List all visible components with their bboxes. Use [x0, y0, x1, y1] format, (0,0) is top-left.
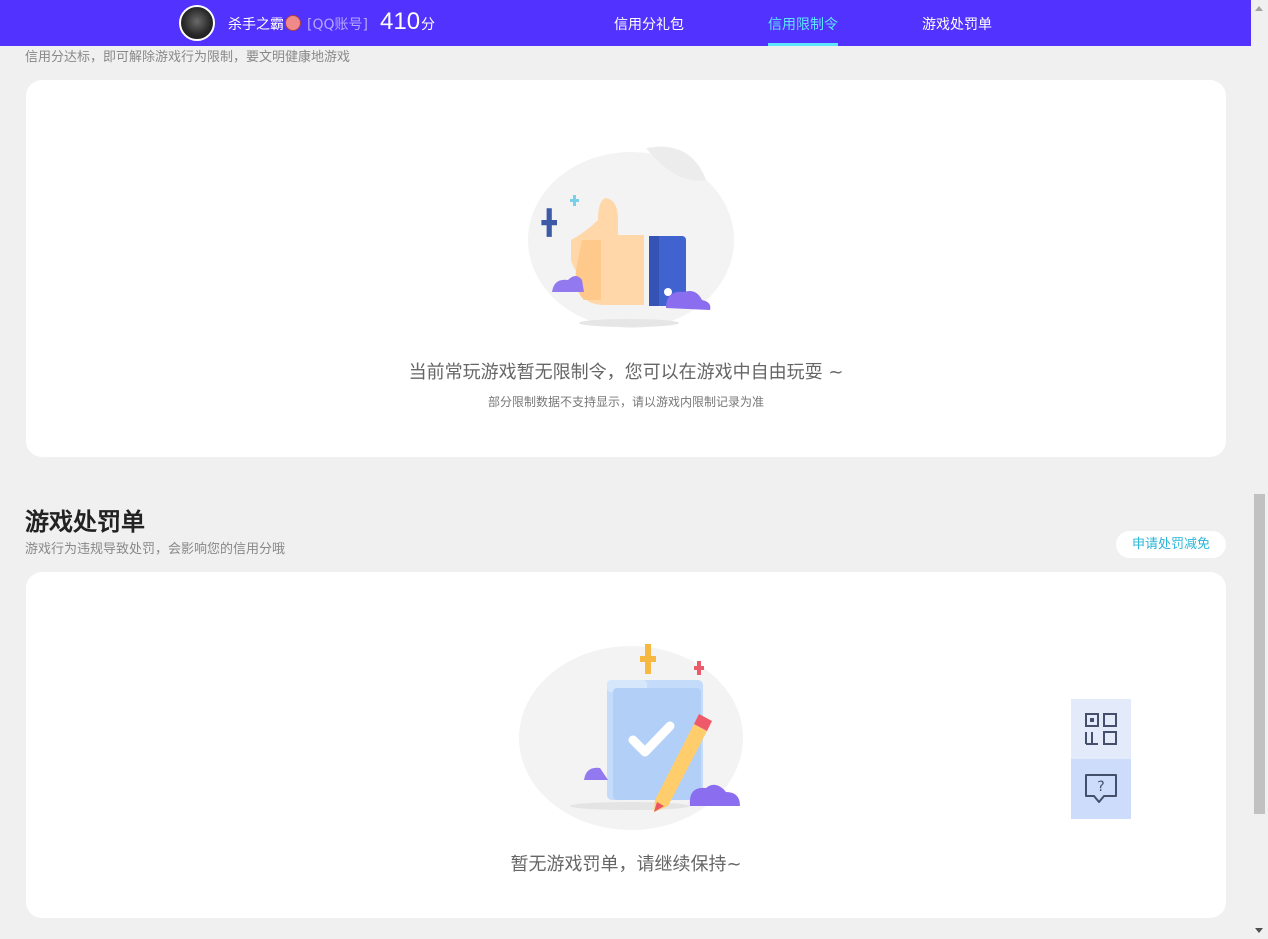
restriction-note: 部分限制数据不支持显示，请以游戏内限制记录为准 [487, 395, 764, 409]
tab-credit-gift[interactable]: 信用分礼包 [614, 14, 684, 34]
restriction-card: 当前常玩游戏暂无限制令，您可以在游戏中自由玩耍 ~ 部分限制数据不支持显示，请以… [26, 80, 1226, 457]
help-chat-icon: ? [1085, 774, 1117, 803]
tab-game-penalty[interactable]: 游戏处罚单 [922, 14, 992, 34]
qr-code-button[interactable] [1071, 699, 1131, 759]
restriction-empty-message: 当前常玩游戏暂无限制令，您可以在游戏中自由玩耍 ~ [408, 362, 844, 383]
scrollbar-thumb[interactable] [1254, 494, 1265, 814]
username: 杀手之霸 [228, 17, 284, 33]
penalty-subtitle: 游戏行为违规导致处罚，会影响您的信用分哦 [25, 542, 286, 557]
thumbs-up-illustration [528, 146, 734, 328]
top-nav-bar: 杀手之霸 [QQ账号] 410 分 信用分礼包 信用限制令 游戏处罚单 [0, 0, 1251, 46]
penalty-card: 暂无游戏罚单，请继续保持~ [26, 572, 1226, 918]
account-type-label: [QQ账号] [307, 17, 368, 33]
penalty-section-title: 游戏处罚单 [25, 508, 145, 536]
scroll-down-arrow[interactable] [1255, 928, 1263, 933]
checklist-pencil-illustration [519, 644, 743, 830]
credit-score-unit: 分 [421, 17, 435, 33]
qr-code-icon [1085, 713, 1117, 745]
credit-score: 410 [380, 8, 421, 35]
tab-credit-restriction[interactable]: 信用限制令 [768, 14, 838, 34]
svg-text:?: ? [1097, 779, 1104, 795]
apply-penalty-reduction-button[interactable]: 申请处罚减免 [1116, 531, 1226, 558]
avatar[interactable] [179, 5, 215, 41]
restriction-subtitle: 信用分达标，即可解除游戏行为限制，要文明健康地游戏 [25, 50, 351, 65]
penalty-empty-message: 暂无游戏罚单，请继续保持~ [510, 854, 742, 875]
active-tab-indicator [768, 43, 838, 46]
floating-toolbar: ? [1071, 699, 1131, 819]
scroll-up-arrow[interactable] [1255, 6, 1263, 11]
pig-badge-icon [285, 15, 301, 31]
help-feedback-button[interactable]: ? [1071, 759, 1131, 819]
